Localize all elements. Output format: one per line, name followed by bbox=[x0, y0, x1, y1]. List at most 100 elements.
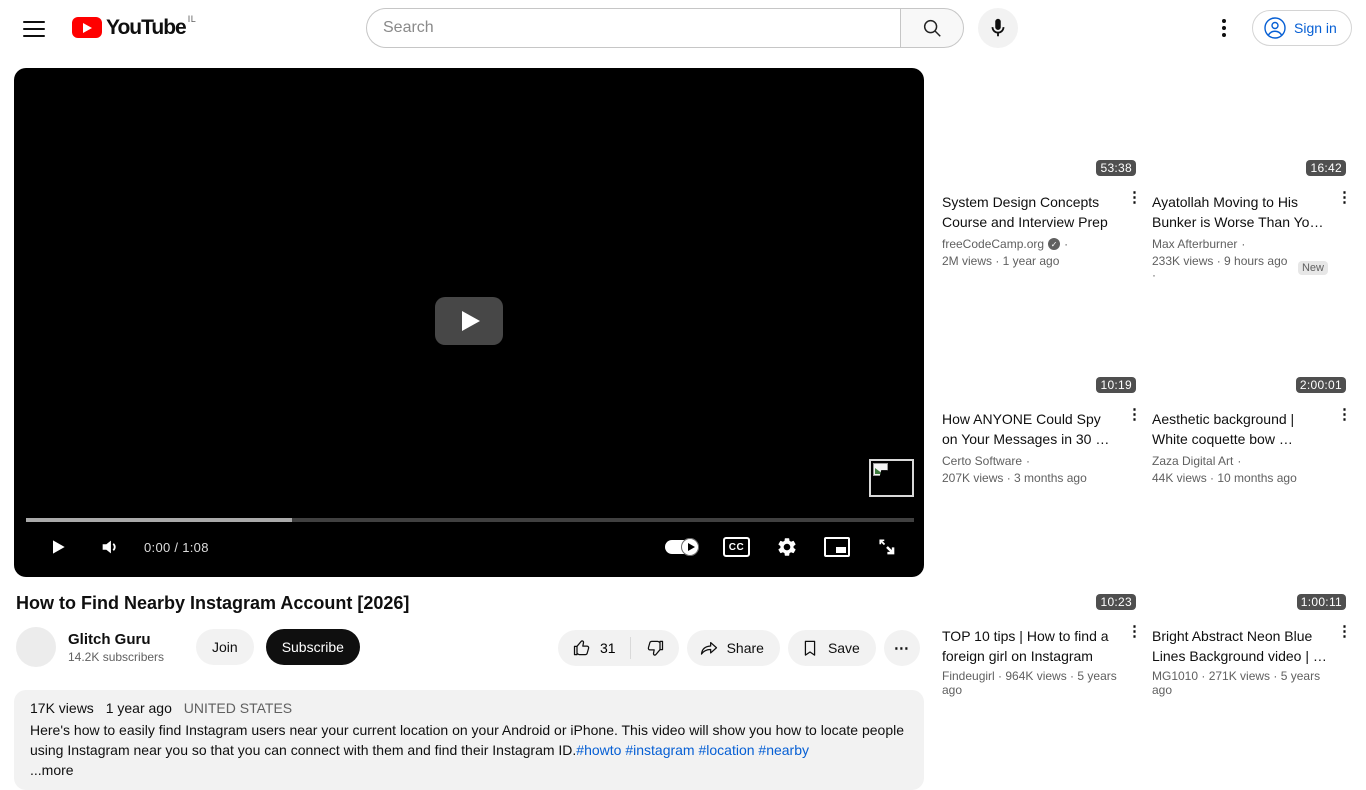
like-dislike-pill: 31 bbox=[558, 630, 679, 666]
related-video-card[interactable]: 2:00:01 Aesthetic background | White coq… bbox=[1150, 285, 1352, 502]
related-meta: 233K views · 9 hours ago · bbox=[1152, 254, 1288, 282]
volume-button[interactable] bbox=[92, 529, 128, 565]
card-menu-icon[interactable]: ⋮ bbox=[1127, 624, 1142, 640]
video-thumbnail[interactable]: 1:00:11 bbox=[1150, 502, 1352, 614]
video-player[interactable]: 0:00 / 1:08 CC bbox=[14, 68, 924, 577]
cc-icon: CC bbox=[728, 541, 745, 553]
video-thumbnail[interactable]: 10:23 bbox=[940, 502, 1142, 614]
related-video-card[interactable]: 10:19 How ANYONE Could Spy on Your Messa… bbox=[940, 285, 1142, 502]
sign-in-button[interactable]: Sign in bbox=[1252, 10, 1352, 46]
thumbs-up-icon bbox=[573, 640, 590, 656]
dislike-button[interactable] bbox=[631, 630, 679, 666]
related-meta: 44K views · 10 months ago bbox=[1152, 471, 1297, 485]
duration-badge: 2:00:01 bbox=[1295, 377, 1346, 393]
search-box[interactable] bbox=[366, 8, 900, 48]
related-title[interactable]: TOP 10 tips | How to find a foreign girl… bbox=[942, 626, 1118, 666]
related-title[interactable]: Ayatollah Moving to His Bunker is Worse … bbox=[1152, 192, 1328, 232]
buffered-bar bbox=[26, 518, 293, 522]
video-thumbnail[interactable]: 2:00:01 bbox=[1150, 285, 1352, 397]
save-button[interactable]: Save bbox=[787, 630, 876, 666]
volume-icon bbox=[102, 540, 116, 554]
captions-button[interactable]: CC bbox=[723, 537, 750, 557]
autoplay-knob-icon bbox=[681, 538, 699, 556]
related-video-card[interactable]: 16:42 Ayatollah Moving to His Bunker is … bbox=[1150, 68, 1352, 285]
channel-separator: · bbox=[1241, 237, 1246, 251]
search-button[interactable] bbox=[900, 8, 964, 48]
youtube-logo[interactable]: YouTube IL bbox=[72, 14, 196, 41]
subscribe-button[interactable]: Subscribe bbox=[265, 629, 360, 665]
related-video-card[interactable]: 53:38 System Design Concepts Course and … bbox=[940, 68, 1142, 285]
logo-wordmark: YouTube bbox=[106, 16, 187, 39]
more-actions-button[interactable]: ⋯ bbox=[883, 630, 920, 666]
related-title[interactable]: System Design Concepts Course and Interv… bbox=[942, 192, 1118, 232]
new-badge: New bbox=[1297, 261, 1328, 275]
settings-button[interactable] bbox=[776, 536, 798, 558]
hamburger-menu-icon[interactable] bbox=[21, 16, 47, 40]
card-menu-icon[interactable]: ⋮ bbox=[1127, 190, 1142, 206]
related-video-card[interactable]: 1:00:11 Bright Abstract Neon Blue Lines … bbox=[1150, 502, 1352, 719]
duration-badge: 53:38 bbox=[1096, 160, 1136, 176]
join-button[interactable]: Join bbox=[196, 629, 254, 665]
like-button[interactable]: 31 bbox=[558, 630, 630, 666]
channel-separator: · bbox=[1237, 454, 1242, 468]
upload-location: UNITED STATES bbox=[183, 700, 293, 716]
duration-badge: 1:00:11 bbox=[1296, 594, 1346, 610]
autoplay-toggle[interactable] bbox=[665, 538, 699, 556]
miniplayer-icon[interactable] bbox=[824, 537, 850, 557]
thumbs-down-icon bbox=[647, 640, 663, 656]
youtube-play-icon bbox=[72, 17, 102, 38]
duration-badge: 10:23 bbox=[1096, 594, 1136, 610]
duration-badge: 16:42 bbox=[1306, 160, 1346, 176]
description-hashtags[interactable]: #howto #instagram #location #nearby bbox=[576, 742, 809, 758]
card-menu-icon[interactable]: ⋮ bbox=[1337, 407, 1352, 423]
card-menu-icon[interactable]: ⋮ bbox=[1337, 624, 1352, 640]
related-title[interactable]: How ANYONE Could Spy on Your Messages in… bbox=[942, 409, 1118, 449]
share-label: Share bbox=[726, 640, 764, 656]
channel-avatar[interactable] bbox=[16, 627, 56, 667]
related-meta: MG1010 · 271K views · 5 years ago bbox=[1152, 669, 1321, 697]
channel-separator: · bbox=[1026, 454, 1031, 468]
player-controls: 0:00 / 1:08 CC bbox=[14, 525, 924, 569]
gear-icon bbox=[778, 538, 796, 556]
channel-name[interactable]: Glitch Guru bbox=[68, 630, 178, 649]
card-menu-icon[interactable]: ⋮ bbox=[1337, 190, 1352, 206]
microphone-icon bbox=[991, 18, 1005, 37]
save-label: Save bbox=[827, 640, 860, 656]
related-channel[interactable]: freeCodeCamp.org bbox=[942, 237, 1044, 251]
big-play-button[interactable] bbox=[435, 297, 503, 345]
related-title[interactable]: Aesthetic background | White coquette bo… bbox=[1152, 409, 1328, 449]
channel-row: Glitch Guru 14.2K subscribers Join Subsc… bbox=[16, 627, 360, 667]
video-thumbnail[interactable]: 10:19 bbox=[940, 285, 1142, 397]
video-thumbnail[interactable]: 53:38 bbox=[940, 68, 1142, 180]
country-code: IL bbox=[187, 14, 197, 24]
related-videos: 53:38 System Design Concepts Course and … bbox=[940, 68, 1352, 719]
related-meta: Findeugirl · 964K views · 5 years ago bbox=[942, 669, 1117, 697]
card-menu-icon[interactable]: ⋮ bbox=[1127, 407, 1142, 423]
voice-search-button[interactable] bbox=[978, 8, 1018, 48]
description-box[interactable]: 17K views 1 year ago UNITED STATES Here'… bbox=[14, 690, 924, 790]
settings-kebab-icon[interactable] bbox=[1216, 16, 1232, 40]
upload-date: 1 year ago bbox=[105, 700, 172, 716]
fullscreen-button[interactable] bbox=[876, 536, 898, 558]
search-icon bbox=[923, 19, 941, 37]
related-channel[interactable]: Certo Software bbox=[942, 454, 1022, 468]
related-meta: 2M views · 1 year ago bbox=[942, 254, 1060, 268]
play-button[interactable] bbox=[40, 529, 76, 565]
show-more-link[interactable]: ...more bbox=[30, 762, 908, 778]
progress-bar[interactable] bbox=[26, 518, 914, 522]
bookmark-icon bbox=[804, 640, 816, 656]
related-video-card[interactable]: 10:23 TOP 10 tips | How to find a foreig… bbox=[940, 502, 1142, 719]
related-channel[interactable]: Zaza Digital Art bbox=[1152, 454, 1233, 468]
duration-badge: 10:19 bbox=[1096, 377, 1136, 393]
related-meta: 207K views · 3 months ago bbox=[942, 471, 1087, 485]
video-title: How to Find Nearby Instagram Account [20… bbox=[16, 593, 410, 613]
person-icon bbox=[1264, 17, 1286, 39]
subscriber-count: 14.2K subscribers bbox=[68, 649, 165, 664]
video-thumbnail[interactable]: 16:42 bbox=[1150, 68, 1352, 180]
like-count: 31 bbox=[600, 640, 616, 656]
related-title[interactable]: Bright Abstract Neon Blue Lines Backgrou… bbox=[1152, 626, 1328, 666]
top-app-bar: YouTube IL Sign in bbox=[0, 0, 1366, 56]
search-input[interactable] bbox=[383, 19, 884, 37]
related-channel[interactable]: Max Afterburner bbox=[1152, 237, 1237, 251]
share-button[interactable]: Share bbox=[686, 630, 780, 666]
